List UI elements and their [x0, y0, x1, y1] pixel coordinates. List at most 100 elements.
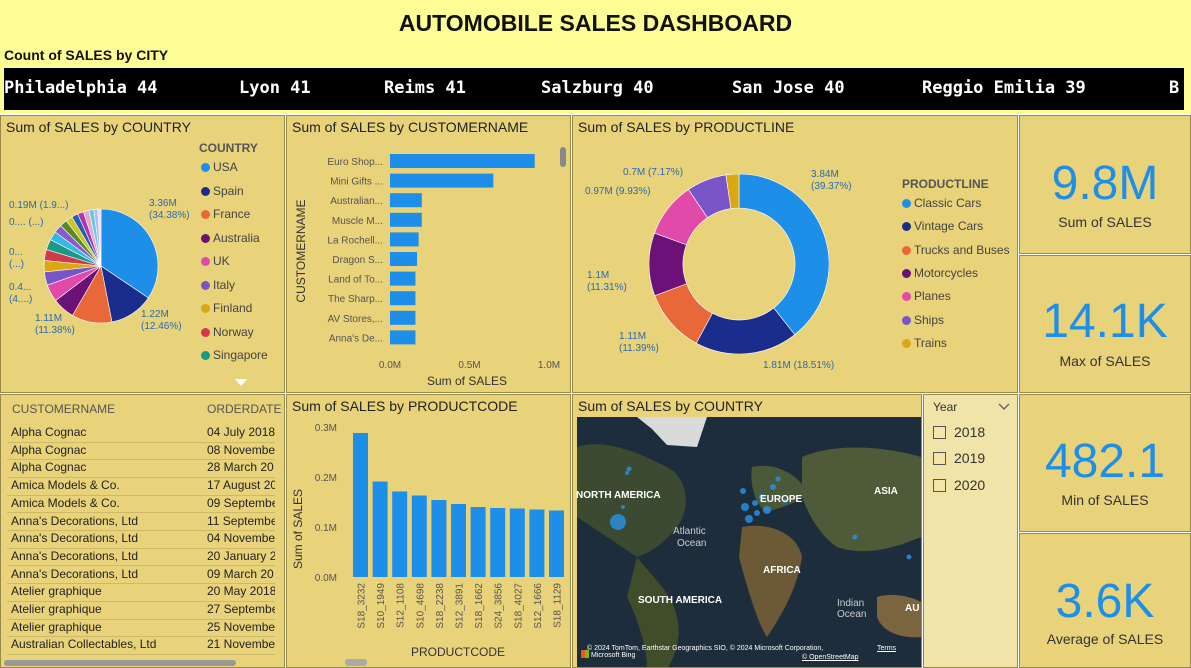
bar[interactable]: [411, 495, 427, 578]
triangle-down-icon[interactable]: [234, 378, 248, 388]
checkbox[interactable]: [933, 479, 946, 492]
legend-dot: [201, 351, 210, 360]
legend-item[interactable]: Spain: [201, 184, 244, 198]
bar[interactable]: [353, 433, 368, 577]
pie-label-other: 0.19M (1.9...): [9, 200, 69, 211]
scrollbar[interactable]: [560, 147, 566, 167]
chevron-down-icon[interactable]: [998, 403, 1010, 411]
panel-title: Sum of SALES by COUNTRY: [6, 119, 191, 135]
donut-label-ships: 0.7M (7.17%): [623, 167, 684, 178]
column-header-customername[interactable]: CUSTOMERNAME: [12, 402, 115, 416]
legend-item[interactable]: Planes: [902, 289, 951, 303]
category-label: S12_1666: [533, 583, 544, 629]
category-label: S10_1949: [376, 583, 387, 629]
country-pie-panel[interactable]: Sum of SALES by COUNTRY COUNTRY USA Spain…: [0, 115, 285, 393]
cell-orderdate: 04 November: [207, 531, 275, 546]
kpi-value: 14.1K: [1042, 295, 1168, 348]
table-row[interactable]: Anna's Decorations, Ltd 09 March 20: [7, 567, 275, 585]
map-terms-link[interactable]: Terms: [877, 645, 896, 652]
table-row[interactable]: Amica Models & Co. 17 August 20: [7, 478, 275, 496]
table-row[interactable]: Atelier graphique 25 November: [7, 620, 275, 638]
productline-donut-chart[interactable]: [649, 174, 829, 354]
legend-item[interactable]: Classic Cars: [902, 196, 981, 210]
customer-bar-chart[interactable]: Euro Shop... Mini Gifts ... Australian... M…: [287, 146, 571, 393]
legend-item[interactable]: Trucks and Buses: [902, 243, 1010, 257]
bar[interactable]: [509, 508, 525, 578]
pie-slice[interactable]: [738, 174, 829, 336]
checkbox[interactable]: [933, 426, 946, 439]
legend-item[interactable]: Finland: [201, 301, 252, 315]
year-option-2020[interactable]: 2020: [933, 477, 985, 493]
bar[interactable]: [390, 212, 422, 227]
table-row[interactable]: Anna's Decorations, Ltd 20 January 2: [7, 549, 275, 567]
legend-item[interactable]: Italy: [201, 278, 235, 292]
bar[interactable]: [529, 509, 545, 578]
country-pie-chart[interactable]: [41, 206, 161, 326]
bar[interactable]: [372, 481, 388, 578]
legend-item[interactable]: France: [201, 207, 250, 221]
legend-label: Italy: [213, 277, 236, 292]
cell-orderdate: 20 January 2: [207, 548, 275, 563]
table-row[interactable]: Amica Models & Co. 09 September: [7, 496, 275, 514]
legend-item[interactable]: Singapore: [201, 348, 268, 362]
year-option-2018[interactable]: 2018: [933, 424, 985, 440]
ticker-item: Reggio Emilia 39: [922, 78, 1086, 98]
bar[interactable]: [390, 154, 535, 168]
kpi-value: 482.1: [1044, 435, 1166, 488]
legend-dot: [201, 210, 210, 219]
legend-dot: [902, 315, 911, 325]
bar[interactable]: [490, 508, 506, 577]
legend-label: Norway: [213, 324, 254, 339]
orders-table-panel[interactable]: CUSTOMERNAME ORDERDATE Alpha Cognac 04 Ju…: [0, 394, 285, 668]
legend-item[interactable]: UK: [201, 254, 230, 268]
legend-dot: [201, 163, 210, 172]
year-slicer-panel[interactable]: Year 2018 2019 2020: [923, 394, 1018, 668]
bar[interactable]: [390, 232, 419, 247]
checkbox[interactable]: [933, 452, 946, 465]
legend-item[interactable]: Trains: [902, 336, 947, 350]
horizontal-scrollbar[interactable]: [345, 659, 367, 666]
productcode-bar-panel[interactable]: Sum of SALES by PRODUCTCODE Sum of SALES…: [286, 394, 571, 668]
horizontal-scrollbar[interactable]: [4, 660, 236, 666]
table-row[interactable]: Anna's Decorations, Ltd 11 September: [7, 514, 275, 532]
bar[interactable]: [549, 510, 564, 578]
legend-item[interactable]: Australia: [201, 231, 260, 245]
productline-donut-panel[interactable]: Sum of SALES by PRODUCTLINE PRODUCTLINE …: [572, 115, 1018, 393]
x-axis-title: PRODUCTCODE: [411, 645, 506, 659]
legend-item[interactable]: Ships: [902, 313, 944, 327]
year-option-2019[interactable]: 2019: [933, 450, 985, 466]
cell-orderdate: 09 March 20: [207, 566, 274, 581]
map-panel[interactable]: Sum of SALES by COUNTRY NORTH AMERICA EU…: [572, 394, 922, 668]
y-tick-label: 0.2M: [315, 473, 337, 484]
table-row[interactable]: Alpha Cognac 04 July 2018: [7, 425, 275, 443]
productcode-bar-chart[interactable]: 0.3M 0.2M 0.1M 0.0M S18_3232 S10_1949 S12_1108…: [287, 415, 571, 645]
table-row[interactable]: Australian Collectables, Ltd 21 November: [7, 637, 275, 655]
bar[interactable]: [392, 491, 408, 578]
kpi-label: Sum of SALES: [1058, 214, 1152, 230]
legend-item[interactable]: USA: [201, 160, 238, 174]
bar[interactable]: [390, 310, 416, 325]
bar[interactable]: [390, 291, 416, 306]
bar[interactable]: [390, 271, 416, 286]
table-row[interactable]: Alpha Cognac 28 March 20: [7, 460, 275, 478]
customer-bar-panel[interactable]: Sum of SALES by CUSTOMERNAME CUSTOMERNAM…: [286, 115, 571, 393]
map-osm-link[interactable]: © OpenStreetMap: [802, 654, 859, 661]
map-label-asia: ASIA: [874, 486, 898, 497]
legend-item[interactable]: Motorcycles: [902, 266, 978, 280]
table-row[interactable]: Alpha Cognac 08 November: [7, 443, 275, 461]
table-row[interactable]: Atelier graphique 27 September: [7, 602, 275, 620]
bar[interactable]: [451, 504, 466, 577]
table-row[interactable]: Anna's Decorations, Ltd 04 November: [7, 531, 275, 549]
bar[interactable]: [431, 500, 447, 577]
column-header-orderdate[interactable]: ORDERDATE: [207, 402, 281, 416]
bar[interactable]: [390, 330, 416, 345]
bar[interactable]: [390, 173, 494, 188]
world-map[interactable]: [577, 417, 921, 668]
bar[interactable]: [470, 507, 486, 577]
table-row[interactable]: Atelier graphique 20 May 2018: [7, 584, 275, 602]
cell-customername: Anna's Decorations, Ltd: [11, 548, 139, 563]
bar[interactable]: [390, 193, 422, 208]
legend-item[interactable]: Norway: [201, 325, 254, 339]
legend-item[interactable]: Vintage Cars: [902, 219, 983, 233]
bar[interactable]: [390, 252, 418, 266]
